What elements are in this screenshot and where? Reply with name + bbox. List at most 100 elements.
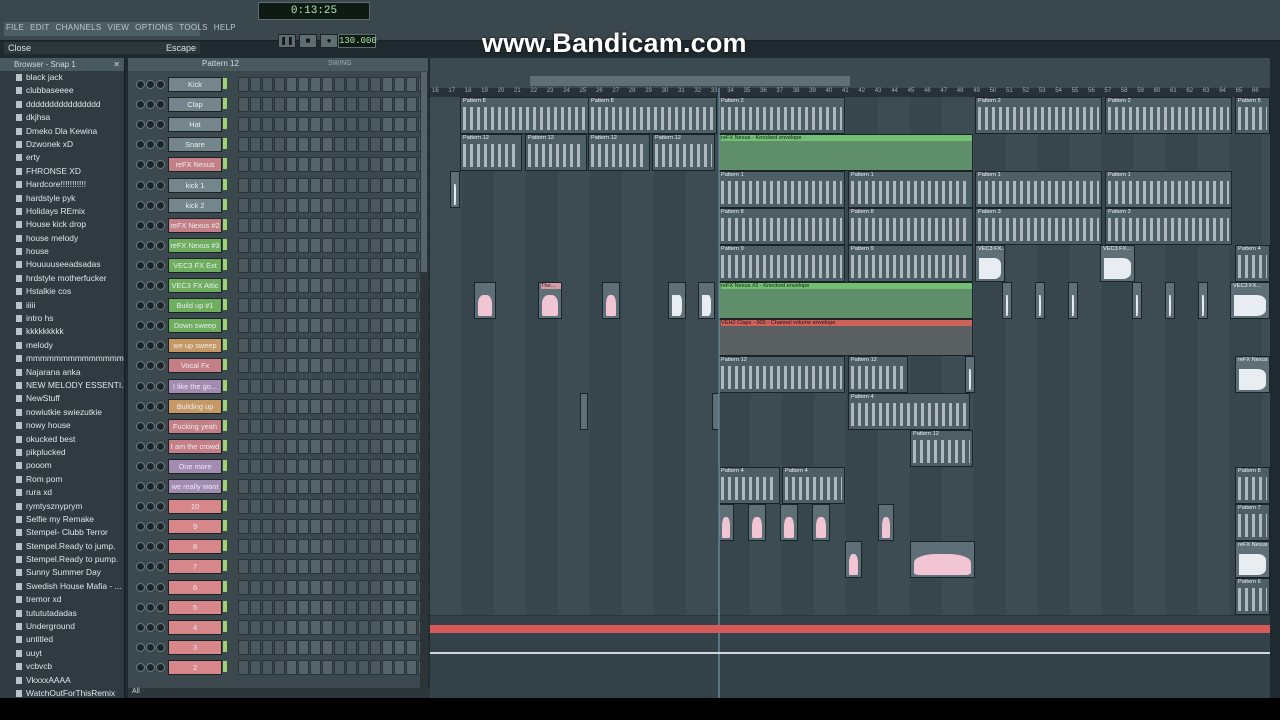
step-button[interactable]	[274, 438, 285, 454]
playlist-clip[interactable]	[748, 504, 766, 541]
step-button[interactable]	[274, 237, 285, 253]
step-button[interactable]	[238, 539, 249, 555]
step-button[interactable]	[274, 358, 285, 374]
step-button[interactable]	[358, 619, 369, 635]
channel-volume-knob[interactable]	[156, 120, 165, 130]
step-button[interactable]	[394, 499, 405, 515]
step-button[interactable]	[298, 519, 309, 535]
step-button[interactable]	[298, 499, 309, 515]
channel-mute-led[interactable]	[136, 260, 145, 270]
playlist-clip[interactable]	[965, 356, 975, 393]
channel-select-led[interactable]	[223, 620, 227, 632]
step-button[interactable]	[382, 519, 393, 535]
browser-item[interactable]: Najarana anka	[0, 366, 124, 379]
step-button[interactable]	[238, 479, 249, 494]
step-button[interactable]	[274, 197, 285, 213]
step-button[interactable]	[238, 217, 249, 233]
channel-mute-led[interactable]	[136, 200, 145, 210]
step-button[interactable]	[274, 257, 285, 273]
step-button[interactable]	[358, 157, 369, 173]
step-button[interactable]	[250, 97, 261, 113]
step-button[interactable]	[310, 579, 321, 595]
step-button[interactable]	[310, 378, 321, 394]
step-button[interactable]	[286, 257, 297, 273]
step-button[interactable]	[370, 217, 381, 233]
step-button[interactable]	[394, 318, 405, 334]
step-button[interactable]	[286, 579, 297, 595]
step-button[interactable]	[250, 559, 261, 575]
step-button[interactable]	[298, 579, 309, 595]
step-button[interactable]	[298, 619, 309, 635]
channel-pan-knob[interactable]	[146, 542, 155, 552]
browser-item[interactable]: FHRONSE XD	[0, 165, 124, 178]
step-button[interactable]	[310, 659, 321, 675]
step-button[interactable]	[382, 438, 393, 454]
step-button[interactable]	[322, 237, 333, 253]
playlist-clip[interactable]	[580, 393, 588, 430]
step-button[interactable]	[322, 519, 333, 535]
channel-volume-knob[interactable]	[156, 642, 165, 652]
channel-pan-knob[interactable]	[146, 482, 155, 491]
playlist-clip[interactable]: reFX Nexus #2 - Knocked envelope	[718, 282, 973, 319]
menu-options[interactable]: OPTIONS	[135, 23, 173, 32]
playlist-clip[interactable]	[812, 504, 830, 541]
playlist-track[interactable]: Pattern 4	[430, 393, 1270, 431]
browser-item[interactable]: Selfie my Remake	[0, 513, 124, 526]
step-button[interactable]	[370, 77, 381, 92]
channel-select-led[interactable]	[223, 238, 227, 250]
step-button[interactable]	[406, 217, 417, 233]
step-button[interactable]	[250, 157, 261, 173]
step-button[interactable]	[262, 157, 273, 173]
step-button[interactable]	[334, 318, 345, 334]
step-button[interactable]	[358, 438, 369, 454]
step-button[interactable]	[382, 659, 393, 675]
step-button[interactable]	[358, 237, 369, 253]
timeline-ruler[interactable]: 16 17 18 19 20 21 22 23 24 25 26 27 28 29 30 31 32 33 34 35…	[430, 88, 1270, 97]
channel-volume-knob[interactable]	[156, 542, 165, 552]
browser-item[interactable]: pooom	[0, 459, 124, 472]
channel-mute-led[interactable]	[136, 502, 145, 512]
browser-item[interactable]: rura xd	[0, 486, 124, 499]
channel-select-led[interactable]	[223, 178, 227, 190]
channel-volume-knob[interactable]	[156, 361, 165, 371]
step-button[interactable]	[394, 519, 405, 535]
browser-item[interactable]: untitled	[0, 633, 124, 646]
channel-select-led[interactable]	[223, 600, 227, 612]
step-button[interactable]	[310, 519, 321, 535]
channel-mute-led[interactable]	[136, 421, 145, 431]
channel-pan-knob[interactable]	[146, 401, 155, 411]
step-button[interactable]	[238, 499, 249, 515]
menu-channels[interactable]: CHANNELS	[56, 23, 102, 32]
channel-select-led[interactable]	[223, 339, 227, 351]
step-button[interactable]	[334, 519, 345, 535]
channel-select-led[interactable]	[223, 98, 227, 110]
menu-help[interactable]: HELP	[214, 23, 236, 32]
step-button[interactable]	[370, 479, 381, 494]
step-button[interactable]	[346, 298, 357, 314]
step-button[interactable]	[262, 237, 273, 253]
playlist-clip[interactable]: Pattern 12	[525, 134, 587, 171]
channel-select-led[interactable]	[223, 299, 227, 311]
channel-select-led[interactable]	[223, 399, 227, 411]
step-button[interactable]	[358, 177, 369, 193]
channel-select-led[interactable]	[223, 78, 227, 89]
step-button[interactable]	[382, 197, 393, 213]
step-button[interactable]	[346, 539, 357, 555]
step-button[interactable]	[394, 237, 405, 253]
step-button[interactable]	[322, 197, 333, 213]
step-button[interactable]	[406, 278, 417, 293]
step-button[interactable]	[310, 479, 321, 494]
playlist-track[interactable]: reFX Nexus	[430, 541, 1270, 579]
step-button[interactable]	[346, 237, 357, 253]
browser-item[interactable]: okucked best	[0, 433, 124, 446]
step-button[interactable]	[286, 197, 297, 213]
browser-item[interactable]: black jack	[0, 71, 124, 84]
step-button[interactable]	[274, 479, 285, 494]
channel-pan-knob[interactable]	[146, 662, 155, 672]
playlist-clip[interactable]: Pattern 3	[975, 208, 1102, 245]
browser-item[interactable]: tremor xd	[0, 593, 124, 606]
step-button[interactable]	[238, 579, 249, 595]
browser-item[interactable]: Underground	[0, 620, 124, 633]
step-button[interactable]	[262, 117, 273, 133]
step-button[interactable]	[334, 358, 345, 374]
